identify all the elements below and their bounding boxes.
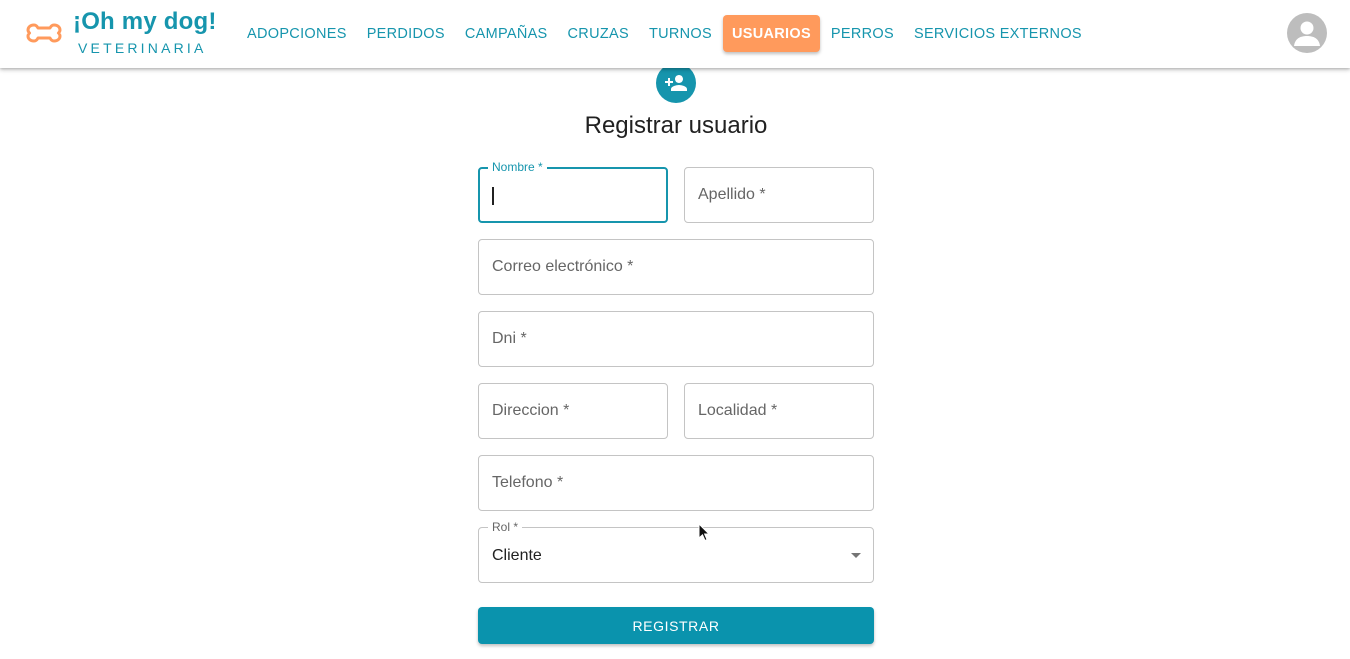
app-bar: ¡Oh my dog! VETERINARIA ADOPCIONES PERDI…: [0, 0, 1350, 68]
form-title: Registrar usuario: [584, 112, 768, 139]
rol-selected-value: Cliente: [492, 547, 542, 564]
nav-item-cruzas[interactable]: CRUZAS: [559, 15, 638, 52]
nav-item-perdidos[interactable]: PERDIDOS: [358, 15, 454, 52]
account-circle-icon: [1294, 21, 1320, 46]
nombre-label: Nombre *: [488, 160, 547, 174]
brand-subtitle: VETERINARIA: [78, 40, 207, 56]
nombre-field[interactable]: Nombre *: [478, 160, 668, 223]
dropdown-arrow-icon[interactable]: [851, 553, 861, 558]
apellido-field[interactable]: Apellido *: [684, 167, 874, 223]
text-caret: [492, 187, 494, 205]
dni-field[interactable]: Dni *: [478, 311, 874, 367]
email-field[interactable]: Correo electrónico *: [478, 239, 874, 295]
apellido-label: Apellido *: [698, 186, 766, 203]
dni-label: Dni *: [492, 330, 527, 347]
rol-select[interactable]: Rol * Cliente: [478, 520, 874, 583]
nav-item-servicios-externos[interactable]: SERVICIOS EXTERNOS: [905, 15, 1091, 52]
rol-label: Rol *: [488, 520, 523, 534]
bone-icon[interactable]: [25, 21, 63, 45]
localidad-label: Localidad *: [698, 402, 778, 419]
direccion-label: Direccion *: [492, 402, 570, 419]
nav-item-usuarios[interactable]: USUARIOS: [722, 15, 820, 52]
email-label: Correo electrónico *: [492, 258, 634, 275]
account-avatar-button[interactable]: [1287, 13, 1327, 53]
form-avatar: [656, 63, 696, 103]
telefono-field[interactable]: Telefono *: [478, 455, 874, 511]
direccion-field[interactable]: Direccion *: [478, 383, 668, 439]
nav-item-perros[interactable]: PERROS: [822, 15, 903, 52]
localidad-field[interactable]: Localidad *: [684, 383, 874, 439]
nav-item-adopciones[interactable]: ADOPCIONES: [238, 15, 356, 52]
brand-title[interactable]: ¡Oh my dog!: [73, 8, 217, 36]
telefono-label: Telefono *: [492, 474, 564, 491]
person-add-icon: [665, 75, 687, 91]
nav-item-turnos[interactable]: TURNOS: [640, 15, 721, 52]
nav-item-campanas[interactable]: CAMPAÑAS: [456, 15, 557, 52]
mouse-pointer-icon: [698, 523, 710, 542]
main-nav: ADOPCIONES PERDIDOS CAMPAÑAS CRUZAS TURN…: [238, 15, 1093, 52]
registrar-button[interactable]: REGISTRAR: [478, 607, 874, 644]
